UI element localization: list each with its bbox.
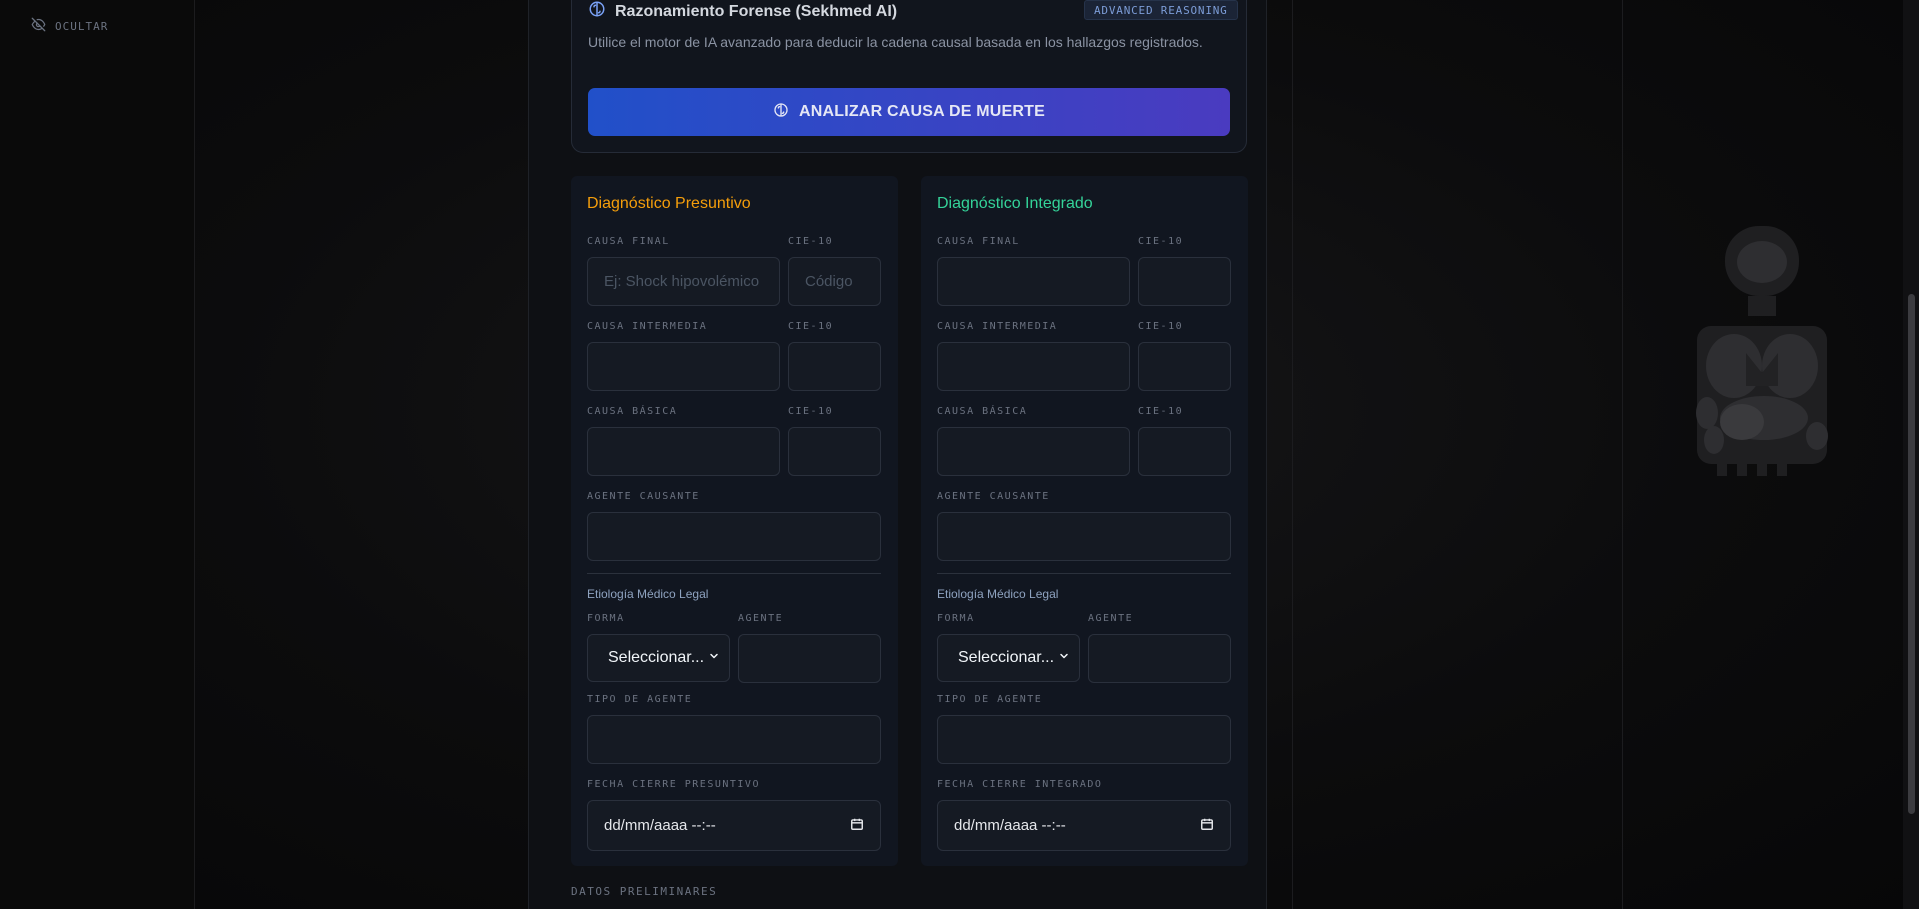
label-agente: AGENTE bbox=[738, 613, 784, 624]
analyze-cause-of-death-button[interactable]: ANALIZAR CAUSA DE MUERTE bbox=[588, 88, 1230, 136]
panel-title-presuntivo: Diagnóstico Presuntivo bbox=[587, 195, 751, 212]
brain-icon bbox=[773, 102, 789, 123]
label-causa-basica: CAUSA BÁSICA bbox=[937, 406, 1028, 417]
fecha-cierre-integrado-input[interactable]: dd/mm/aaaa --:-- bbox=[937, 800, 1231, 851]
label-causa-final: CAUSA FINAL bbox=[587, 236, 670, 247]
causa-basica-input[interactable] bbox=[587, 427, 780, 476]
calendar-icon bbox=[1200, 817, 1214, 835]
label-fecha-cierre-integrado: FECHA CIERRE INTEGRADO bbox=[937, 779, 1103, 790]
label-agente-causante: AGENTE CAUSANTE bbox=[937, 491, 1050, 502]
causa-final-input[interactable] bbox=[587, 257, 780, 306]
ai-card-header: Razonamiento Forense (Sekhmed AI) bbox=[588, 0, 897, 23]
cie10-basica-input[interactable] bbox=[788, 427, 881, 476]
cie10-final-input[interactable] bbox=[788, 257, 881, 306]
hide-sidebar-button[interactable]: OCULTAR bbox=[31, 17, 108, 35]
label-causa-basica: CAUSA BÁSICA bbox=[587, 406, 678, 417]
label-causa-intermedia: CAUSA INTERMEDIA bbox=[587, 321, 708, 332]
agente-causante-integrado-input[interactable] bbox=[937, 512, 1231, 561]
divider bbox=[587, 573, 881, 574]
label-agente-causante: AGENTE CAUSANTE bbox=[587, 491, 700, 502]
label-causa-intermedia: CAUSA INTERMEDIA bbox=[937, 321, 1058, 332]
causa-intermedia-integrado-input[interactable] bbox=[937, 342, 1130, 391]
chevron-down-icon bbox=[1058, 649, 1070, 667]
label-forma: FORMA bbox=[587, 613, 625, 624]
ai-card-description: Utilice el motor de IA avanzado para ded… bbox=[588, 34, 1203, 50]
brain-icon bbox=[588, 0, 606, 23]
label-fecha-cierre-presuntivo: FECHA CIERRE PRESUNTIVO bbox=[587, 779, 760, 790]
label-cie10: CIE-10 bbox=[788, 236, 834, 247]
divider bbox=[937, 573, 1231, 574]
forma-select[interactable]: Seleccionar... bbox=[587, 634, 730, 682]
panel-title-integrado: Diagnóstico Integrado bbox=[937, 195, 1093, 212]
label-agente: AGENTE bbox=[1088, 613, 1134, 624]
cie10-final-integrado-input[interactable] bbox=[1138, 257, 1231, 306]
cie10-basica-integrado-input[interactable] bbox=[1138, 427, 1231, 476]
app-root: OCULTAR Razonamiento Forense (Sekhmed AI… bbox=[0, 0, 1919, 909]
datetime-value: dd/mm/aaaa --:-- bbox=[954, 817, 1066, 834]
chevron-down-icon bbox=[708, 649, 720, 667]
forma-select-value: Seleccionar... bbox=[608, 649, 705, 666]
causa-final-integrado-input[interactable] bbox=[937, 257, 1130, 306]
causa-intermedia-input[interactable] bbox=[587, 342, 780, 391]
etiologia-heading: Etiología Médico Legal bbox=[937, 587, 1059, 601]
ai-card-title: Razonamiento Forense (Sekhmed AI) bbox=[615, 2, 898, 20]
scrollbar-thumb[interactable] bbox=[1908, 294, 1915, 814]
etiologia-heading: Etiología Médico Legal bbox=[587, 587, 709, 601]
label-cie10: CIE-10 bbox=[788, 321, 834, 332]
calendar-icon bbox=[850, 817, 864, 835]
eye-off-icon bbox=[31, 17, 46, 35]
causa-basica-integrado-input[interactable] bbox=[937, 427, 1130, 476]
cie10-intermedia-input[interactable] bbox=[788, 342, 881, 391]
datetime-value: dd/mm/aaaa --:-- bbox=[604, 817, 716, 834]
label-cie10: CIE-10 bbox=[1138, 406, 1184, 417]
advanced-reasoning-badge: ADVANCED REASONING bbox=[1084, 0, 1238, 20]
sidebar: OCULTAR bbox=[0, 0, 195, 909]
section-label-datos-preliminares: DATOS PRELIMINARES bbox=[571, 885, 718, 898]
label-tipo-agente: TIPO DE AGENTE bbox=[937, 694, 1043, 705]
forma-select-value: Seleccionar... bbox=[958, 649, 1055, 666]
label-causa-final: CAUSA FINAL bbox=[937, 236, 1020, 247]
label-cie10: CIE-10 bbox=[1138, 236, 1184, 247]
analyze-button-label: ANALIZAR CAUSA DE MUERTE bbox=[799, 103, 1045, 120]
agente-input[interactable] bbox=[738, 634, 881, 683]
agente-causante-input[interactable] bbox=[587, 512, 881, 561]
forma-integrado-select[interactable]: Seleccionar... bbox=[937, 634, 1080, 682]
pane-divider bbox=[1622, 0, 1623, 909]
agente-integrado-input[interactable] bbox=[1088, 634, 1231, 683]
label-cie10: CIE-10 bbox=[1138, 321, 1184, 332]
body-diagram[interactable] bbox=[1692, 226, 1842, 486]
fecha-cierre-presuntivo-input[interactable]: dd/mm/aaaa --:-- bbox=[587, 800, 881, 851]
label-cie10: CIE-10 bbox=[788, 406, 834, 417]
label-tipo-agente: TIPO DE AGENTE bbox=[587, 694, 693, 705]
tipo-agente-input[interactable] bbox=[587, 715, 881, 764]
pane-divider bbox=[1292, 0, 1293, 909]
label-forma: FORMA bbox=[937, 613, 975, 624]
hide-sidebar-label: OCULTAR bbox=[55, 19, 109, 33]
cie10-intermedia-integrado-input[interactable] bbox=[1138, 342, 1231, 391]
tipo-agente-integrado-input[interactable] bbox=[937, 715, 1231, 764]
